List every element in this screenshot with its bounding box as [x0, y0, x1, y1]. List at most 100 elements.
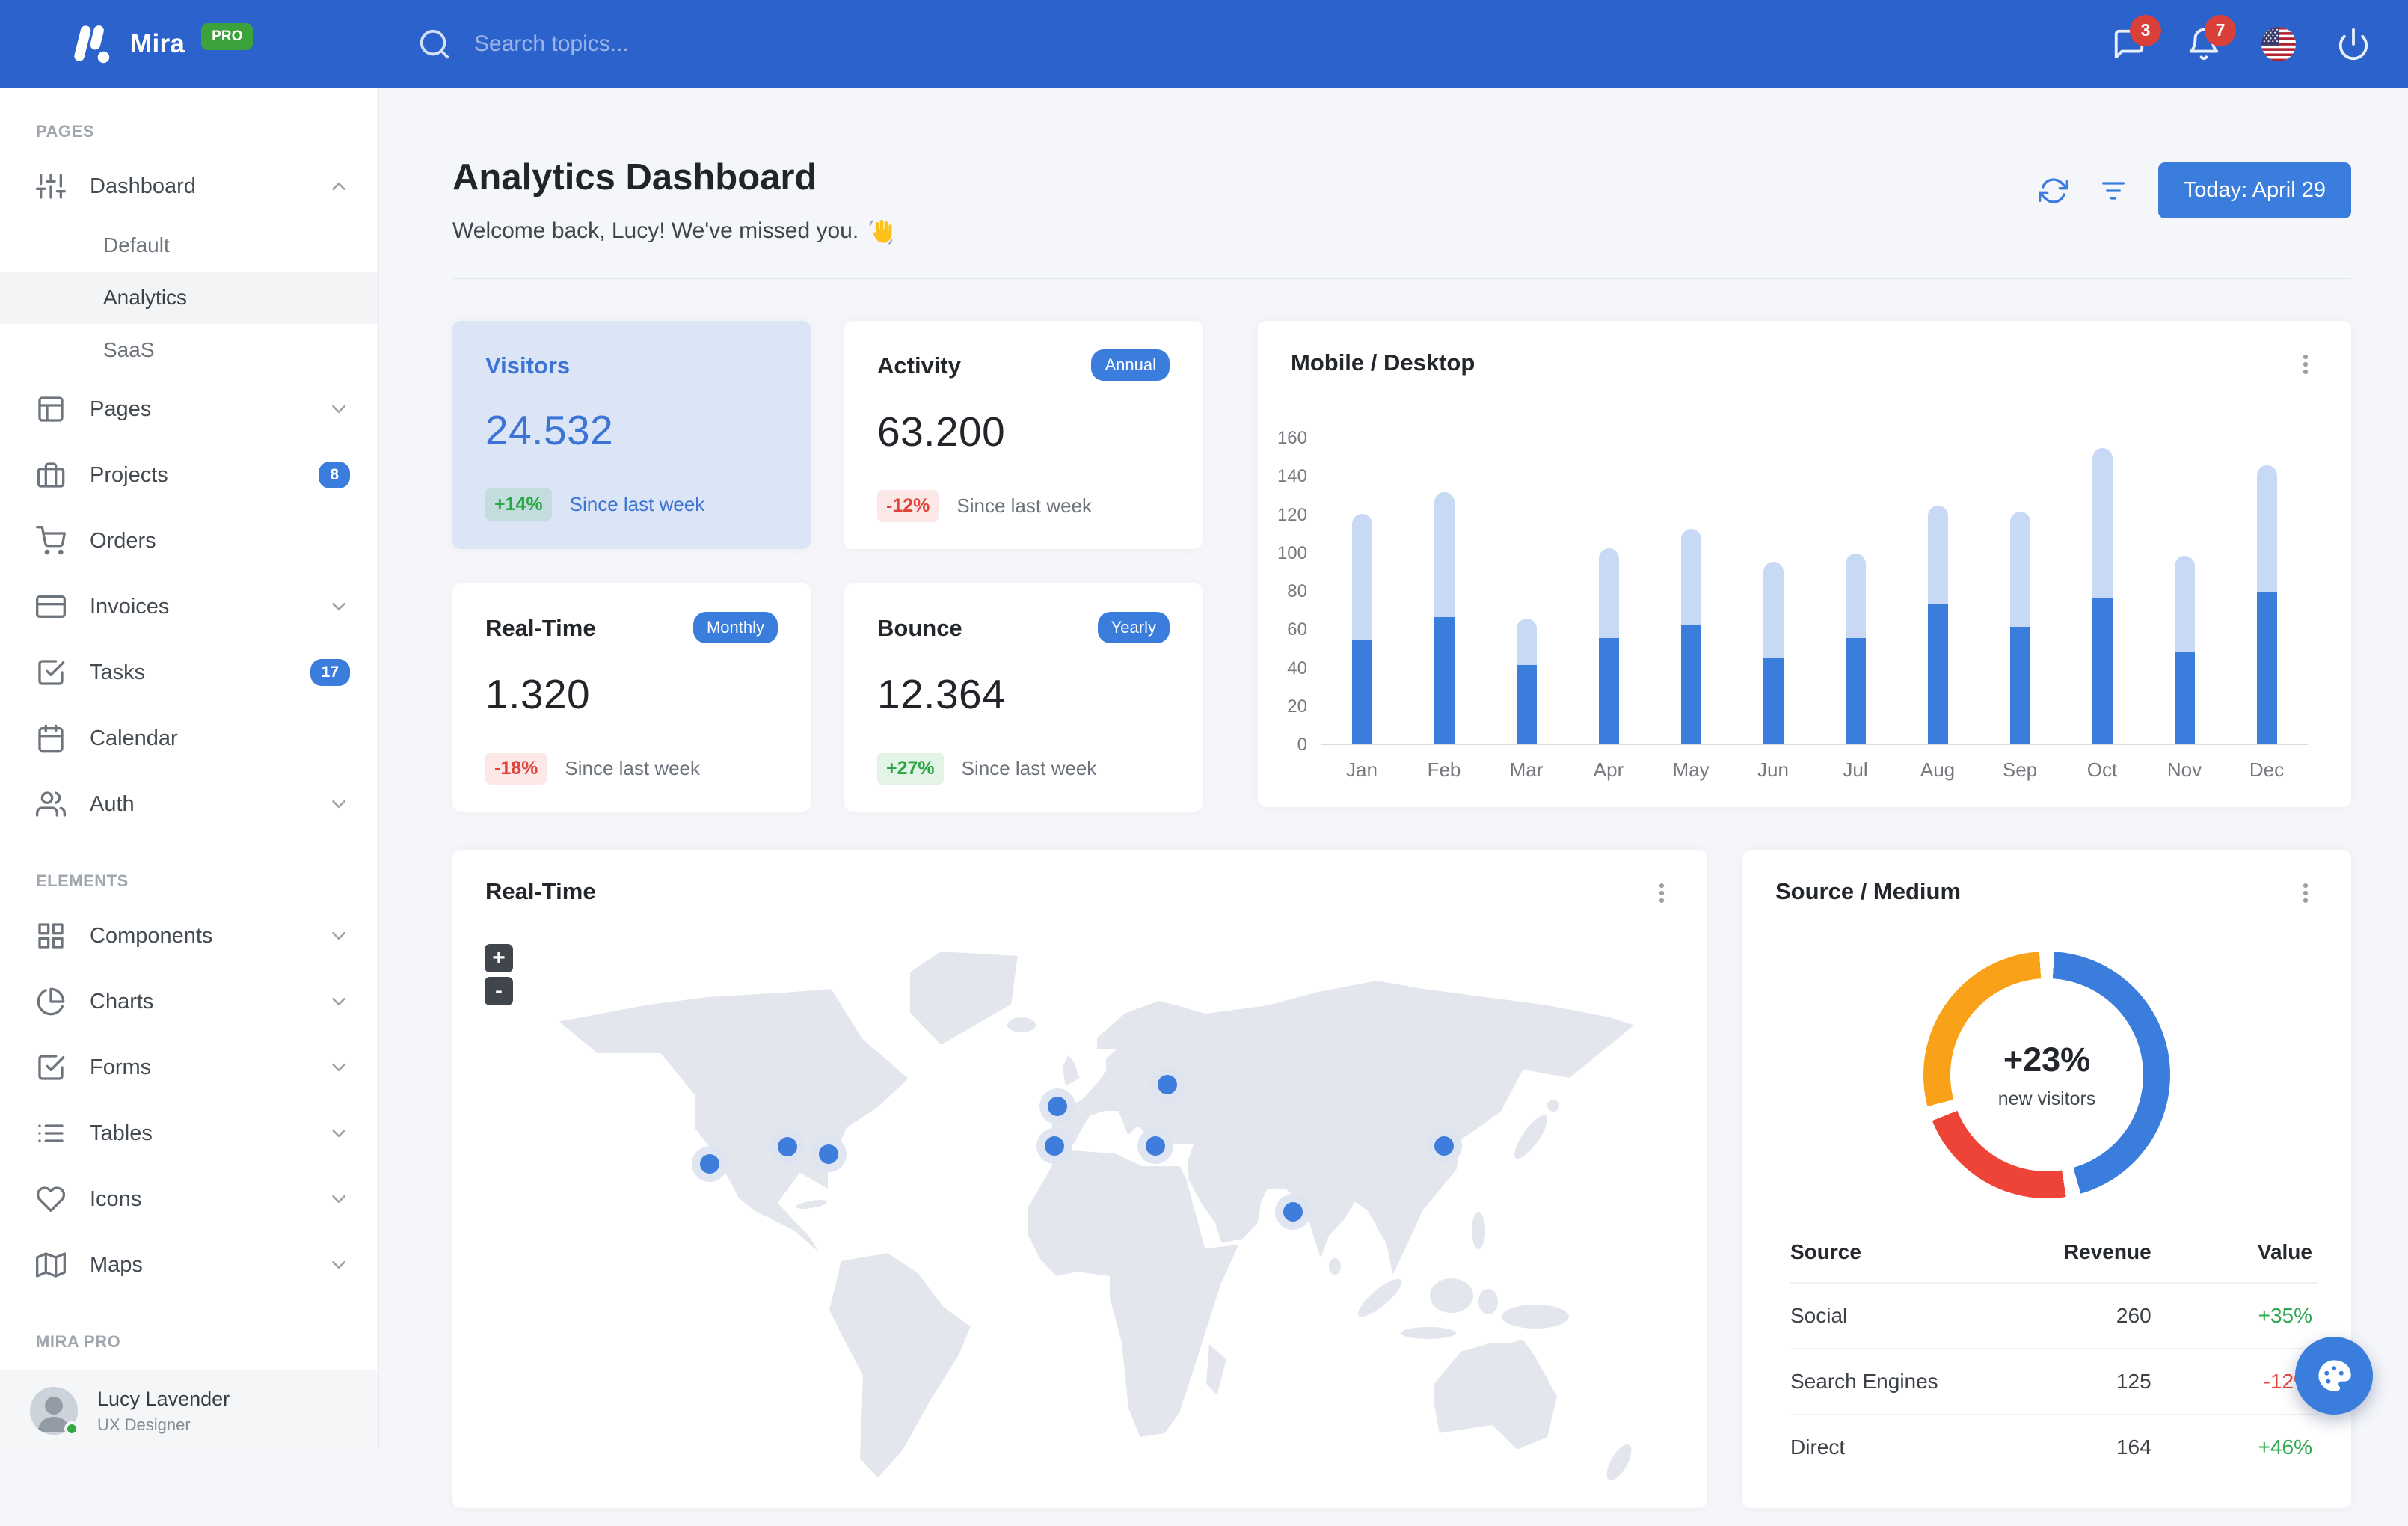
donut-chart[interactable]: +23% new visitors: [1923, 952, 2170, 1198]
user-profile[interactable]: Lucy Lavender UX Designer: [0, 1370, 378, 1451]
check-square-icon: [36, 1052, 66, 1082]
brand[interactable]: Mira PRO: [0, 21, 254, 67]
y-tick-label: 160: [1277, 428, 1307, 448]
chevron-down-icon: [328, 595, 350, 618]
stat-caption: Since last week: [569, 493, 705, 515]
map-marker-7[interactable]: [1158, 1074, 1178, 1094]
map-marker-9[interactable]: [1434, 1136, 1454, 1156]
y-tick-label: 60: [1287, 619, 1307, 640]
sidebar-item-orders[interactable]: Orders: [0, 508, 378, 574]
bar-segment-desktop: [1763, 561, 1784, 658]
map-marker-5[interactable]: [1045, 1136, 1065, 1156]
source-row-search-engines[interactable]: Search Engines 125 -12%: [1790, 1348, 2318, 1415]
sidebar-item-icons[interactable]: Icons: [0, 1166, 378, 1232]
stat-period-badge: Yearly: [1097, 612, 1170, 643]
map-marker-4[interactable]: [1047, 1097, 1067, 1117]
date-range-button[interactable]: Today: April 29: [2157, 162, 2351, 218]
mobile-desktop-chart-card: Mobile / Desktop 0 20 40 60 80 100 120 140 160 J…: [1258, 321, 2351, 807]
bar-segment-desktop: [2174, 555, 2195, 652]
sidebar-item-label: Maps: [90, 1252, 143, 1277]
chart-menu-button[interactable]: [2293, 349, 2318, 379]
messages-button[interactable]: 3: [2112, 14, 2161, 61]
stat-value: 24.532: [485, 407, 614, 453]
sidebar-subitem-saas[interactable]: SaaS: [0, 324, 378, 376]
refresh-button[interactable]: [2038, 176, 2068, 206]
bar-segment-mobile: [2256, 592, 2277, 744]
bar-dec: [2226, 438, 2308, 744]
sidebar-item-tables[interactable]: Tables: [0, 1100, 378, 1166]
refresh-icon: [2038, 176, 2068, 206]
sidebar-item-label: Projects: [90, 462, 168, 487]
sidebar-item-calendar[interactable]: Calendar: [0, 705, 378, 771]
donut-center-label: new visitors: [1997, 1088, 2096, 1109]
sidebar-item-pages[interactable]: Pages: [0, 376, 378, 442]
language-button[interactable]: [2261, 26, 2296, 61]
filter-button[interactable]: [2098, 176, 2128, 206]
stat-delta-chip: +27%: [877, 753, 944, 785]
chevron-down-icon: [328, 1056, 350, 1079]
sidebar-subitem-analytics[interactable]: Analytics: [0, 272, 378, 324]
world-map[interactable]: [452, 913, 1707, 1526]
chart-y-axis: 0 20 40 60 80 100 120 140 160: [1258, 428, 1307, 755]
bar-jun: [1732, 438, 1814, 744]
chevron-up-icon: [328, 175, 350, 197]
theme-settings-fab[interactable]: [2295, 1337, 2373, 1415]
brand-name: Mira: [130, 28, 185, 58]
notifications-button[interactable]: 7: [2187, 14, 2236, 61]
source-row-social[interactable]: Social 260 +35%: [1790, 1282, 2318, 1349]
source-medium-menu-button[interactable]: [2293, 878, 2318, 908]
sidebar-item-dashboard[interactable]: Dashboard: [0, 153, 378, 219]
zoom-in-button[interactable]: +: [485, 944, 513, 972]
sidebar-item-tasks[interactable]: Tasks 17: [0, 640, 378, 705]
logout-button[interactable]: [2336, 27, 2371, 61]
sidebar-section-label-pages: PAGES: [36, 122, 94, 141]
map-marker-1[interactable]: [699, 1154, 719, 1174]
messages-count-badge: 3: [2130, 14, 2161, 46]
sidebar-subitem-default[interactable]: Default: [0, 219, 378, 272]
bar-segment-desktop: [1927, 506, 1948, 604]
sidebar-item-components[interactable]: Components: [0, 903, 378, 969]
source-row-direct[interactable]: Direct 164 +46%: [1790, 1414, 2318, 1480]
bar-jan: [1321, 438, 1403, 744]
search-icon: [417, 27, 452, 61]
sidebar-item-charts[interactable]: Charts: [0, 969, 378, 1035]
y-tick-label: 20: [1287, 696, 1307, 717]
map-marker-6[interactable]: [1145, 1136, 1165, 1156]
world-map-svg: [556, 950, 1636, 1482]
user-role: UX Designer: [97, 1415, 191, 1434]
sidebar-item-invoices[interactable]: Invoices: [0, 574, 378, 640]
search-input[interactable]: [473, 30, 891, 58]
bar-segment-mobile: [1763, 657, 1784, 744]
y-tick-label: 120: [1277, 504, 1307, 525]
x-tick-label: Jan: [1346, 759, 1377, 781]
stats-grid: Visitors 24.532 +14% Since last week Activit…: [452, 321, 1203, 812]
stat-card-visitors: Visitors 24.532 +14% Since last week: [452, 321, 811, 549]
sidebar-item-forms[interactable]: Forms: [0, 1035, 378, 1100]
sidebar-item-label: Pages: [90, 396, 152, 421]
search-bar[interactable]: [417, 0, 891, 88]
waving-hand-icon: [867, 218, 894, 245]
sidebar-item-projects[interactable]: Projects 8: [0, 442, 378, 508]
sidebar-item-auth[interactable]: Auth: [0, 771, 378, 837]
map-menu-button[interactable]: [1649, 878, 1674, 908]
credit-card-icon: [36, 592, 66, 622]
stat-title: Bounce: [877, 615, 962, 641]
chevron-down-icon: [328, 398, 350, 420]
users-icon: [36, 789, 66, 819]
grid-icon: [36, 921, 66, 951]
realtime-map-card: Real-Time + -: [452, 850, 1707, 1508]
map-marker-2[interactable]: [778, 1137, 798, 1157]
chevron-down-icon: [328, 793, 350, 815]
bar-chart-plot[interactable]: [1321, 438, 2308, 745]
map-marker-3[interactable]: [819, 1144, 839, 1165]
bar-apr: [1567, 438, 1650, 744]
sidebar-item-maps[interactable]: Maps: [0, 1232, 378, 1298]
bar-sep: [1979, 438, 2061, 744]
map-marker-8[interactable]: [1283, 1202, 1303, 1222]
stat-card-real-time: Real-Time Monthly 1.320 -18% Since last week: [452, 583, 811, 812]
bar-feb: [1403, 438, 1485, 744]
zoom-out-button[interactable]: -: [485, 977, 513, 1005]
stat-card-bottom: -18% Since last week: [485, 753, 778, 785]
chart-x-axis: Jan Feb Mar Apr May Jun Jul Aug Sep Oct Nov Dec: [1321, 759, 2308, 782]
stat-card-activity: Activity Annual 63.200 -12% Since last week: [844, 321, 1203, 549]
